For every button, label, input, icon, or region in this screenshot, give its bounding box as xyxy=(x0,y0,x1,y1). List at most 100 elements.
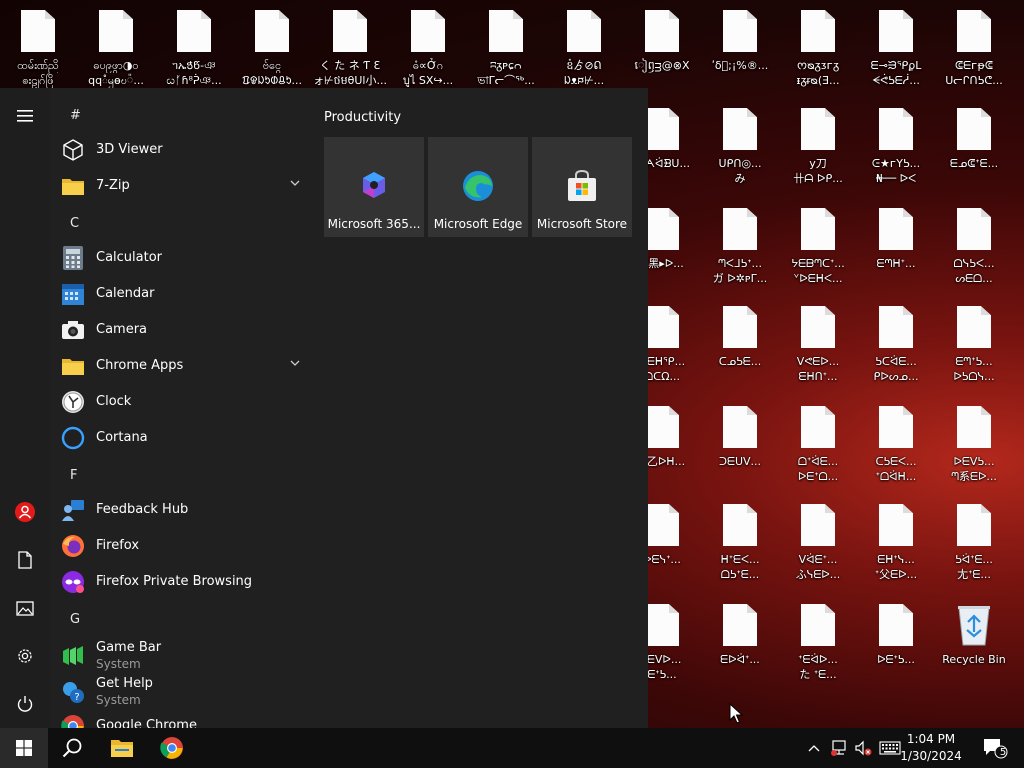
document-icon xyxy=(879,10,913,52)
desktop-file-label: ᗝᓭᕊᐸ... xyxy=(953,257,995,270)
app-label: Feedback Hub xyxy=(96,502,189,517)
hamburger-icon[interactable] xyxy=(0,94,50,138)
network-button[interactable] xyxy=(828,728,850,768)
app-game-bar[interactable]: Game Bar System xyxy=(60,636,312,676)
show-hidden-icons-button[interactable] xyxy=(804,728,824,768)
desktop-file-icon[interactable]: ᑕᕊᗴᐸ... ᐩᗝᐛᕼ... xyxy=(858,404,934,498)
document-icon xyxy=(21,10,55,52)
app-calendar[interactable]: Calendar xyxy=(60,276,312,312)
desktop-file-label: ʹδ᪸;¡%®... xyxy=(711,59,769,72)
desktop-file-label: ᐅᕊᗝᓭ... xyxy=(953,370,995,383)
desktop-file-label: ᐯᐛᗴᐩ... xyxy=(798,553,838,566)
desktop-file-label: く た ネ Ƭ Ɛ xyxy=(319,59,381,72)
desktop-file-label: ᦍᚪɦ⁸ᕉঞ... xyxy=(166,74,222,87)
document-icon xyxy=(957,108,991,150)
document-icon xyxy=(723,208,757,250)
desktop-file-icon[interactable]: ᐅᗴᐯᕊ... ᘉ系ᗴᐅ... xyxy=(936,404,1012,498)
chevron-down-icon[interactable] xyxy=(290,180,300,186)
tile-microsoft-edge[interactable]: Microsoft Edge xyxy=(428,137,528,237)
search-button[interactable] xyxy=(48,728,96,768)
desktop-file-icon[interactable]: ᐯᐛᗴᐩ... ふᓭᗴᐅ... xyxy=(780,502,856,596)
desktop-file-icon[interactable]: ᰔᴓᵹᴣᴦᵹ ᵻᵹᵲᴓ(Ǝ... xyxy=(780,8,856,102)
start-button[interactable] xyxy=(0,728,48,768)
cube-icon xyxy=(60,137,86,163)
document-icon xyxy=(723,108,757,150)
section-header-f[interactable]: F xyxy=(70,468,77,483)
chevron-down-icon[interactable] xyxy=(290,360,300,366)
app-camera[interactable]: Camera xyxy=(60,312,312,348)
desktop-file-icon[interactable]: ᔭᗴᗷᘉᑕᐩ... ᘁᐅᗴᕼᐸ... xyxy=(780,206,856,300)
desktop-file-icon[interactable]: ᗴᕼᐩᓭ... ᐩ父ᗴᐅ... xyxy=(858,502,934,596)
desktop-file-icon[interactable]: ᕳᗴᴦᵽᕳ ᑌᓕᒋᑎᕊᕦ... xyxy=(936,8,1012,102)
app-calculator[interactable]: Calculator xyxy=(60,240,312,276)
desktop-file-icon[interactable]: ᕮ★ᴦYᕊ... ₦── ᐅᐸ xyxy=(858,106,934,200)
app-google-chrome[interactable]: Google Chrome xyxy=(60,708,312,728)
app-cortana[interactable]: Cortana xyxy=(60,420,312,456)
document-icon[interactable] xyxy=(0,538,50,582)
action-center-button[interactable]: 5 xyxy=(978,728,1012,768)
clock-time: 1:04 PM xyxy=(906,732,956,746)
section-header-c[interactable]: C xyxy=(70,216,79,231)
desktop-file-label: ᐩᗴᐛᐅ... xyxy=(798,653,838,666)
app-chrome-apps[interactable]: Chrome Apps xyxy=(60,348,312,384)
desktop-file-icon[interactable]: ʹδ᪸;¡%®... xyxy=(702,8,778,102)
desktop-file-icon[interactable]: ᗝᐩᐛᗴ... ᐅᗴᐩᗝ... xyxy=(780,404,856,498)
section-header-g[interactable]: G xyxy=(70,612,80,627)
taskbar-file-explorer[interactable] xyxy=(98,728,146,768)
desktop-file-icon[interactable]: ᕼᐩᗴᐸ... ᗝᕊᐩᗴ... xyxy=(702,502,778,596)
tile-microsoft-365[interactable]: Microsoft 365... xyxy=(324,137,424,237)
document-icon xyxy=(645,306,679,348)
desktop-file-icon[interactable]: ᑕᓄᕊᗴ... xyxy=(702,304,778,398)
document-icon xyxy=(723,10,757,52)
desktop-file-icon[interactable]: ᑌᑭᑎ◎... み xyxy=(702,106,778,200)
power-icon[interactable] xyxy=(0,682,50,726)
document-icon xyxy=(645,108,679,150)
pictures-icon[interactable] xyxy=(0,586,50,630)
document-icon xyxy=(645,504,679,546)
volume-button[interactable] xyxy=(852,728,874,768)
desktop-file-icon[interactable]: ᐩᗴᐛᐅ... た ᐩᗴ... xyxy=(780,602,856,696)
desktop-file-label: ᱡᴥᰐ⊬... xyxy=(563,74,605,87)
desktop-file-label: み xyxy=(734,172,746,185)
desktop-file-icon[interactable]: ᗴᐅᐛᐩ... xyxy=(702,602,778,696)
tile-microsoft-store[interactable]: Microsoft Store xyxy=(532,137,632,237)
desktop-file-label: ᥐኤᲭᲬ-ঞ xyxy=(172,59,216,72)
desktop-file-label: ဓံ∝Ởဂ xyxy=(412,59,444,72)
document-icon xyxy=(879,604,913,646)
app-7zip[interactable]: 7-Zip xyxy=(60,168,312,204)
desktop-file-icon[interactable]: ᘉᐸᒧᕊᐩ... ガ ᐅ✲ᴘᒥ... xyxy=(702,206,778,300)
tile-label: Microsoft Edge xyxy=(433,217,523,231)
desktop-file-label: ᗝᕊᐩᗴ... xyxy=(720,568,760,581)
user-icon[interactable] xyxy=(0,490,50,534)
app-get-help[interactable]: ? Get Help System xyxy=(60,672,312,712)
app-label: Get Help xyxy=(96,676,153,691)
desktop-file-icon[interactable]: ᗝᓭᕊᐸ... ᔕᗴᗝ... xyxy=(936,206,1012,300)
app-firefox-private[interactable]: Firefox Private Browsing xyxy=(60,564,312,600)
desktop-file-icon[interactable]: ᗴᓄᕳᐩᗴ... xyxy=(936,106,1012,200)
desktop-file-label: ᐯᕙᗴᐅ... xyxy=(796,355,840,368)
desktop-file-icon[interactable]: ᐯᕙᗴᐅ... ᗴᕼᑎᐩ... xyxy=(780,304,856,398)
desktop-file-icon[interactable]: ᗴᘉᐩᕊ... ᐅᕊᗝᓭ... xyxy=(936,304,1012,398)
desktop-file-icon[interactable]: ᗴᘉᕼᐩ... xyxy=(858,206,934,300)
app-clock[interactable]: Clock xyxy=(60,384,312,420)
desktop-file-label: ᐅᗴᐯᕊ... xyxy=(953,455,995,468)
app-feedback-hub[interactable]: Feedback Hub xyxy=(60,492,312,528)
desktop-file-label: ၜးဠုဂ်ဖြိ xyxy=(22,74,54,87)
desktop-file-icon[interactable]: ᐅᗴᐩᕊ... xyxy=(858,602,934,696)
desktop-file-icon[interactable]: ᑐᗴᑌᐯ... xyxy=(702,404,778,498)
gear-icon[interactable] xyxy=(0,634,50,678)
taskbar-chrome[interactable] xyxy=(148,728,196,768)
tile-group-title[interactable]: Productivity xyxy=(324,110,401,125)
desktop-file-icon[interactable]: у刀 卄ᗩ ᐅᑭ... xyxy=(780,106,856,200)
app-3d-viewer[interactable]: 3D Viewer xyxy=(60,132,312,168)
taskbar-clock[interactable]: 1:04 PM 1/30/2024 xyxy=(896,731,966,765)
desktop-file-label: ᱯᱫᱡᱩᱰᱪᱩ... xyxy=(242,74,302,87)
section-header-hash[interactable]: # xyxy=(70,108,81,123)
desktop-file-icon[interactable]: ᕊᐛᐩᗴ... 尢ᐩᗴ... xyxy=(936,502,1012,596)
desktop-file-label: ᑐᗴᑌᐯ... xyxy=(718,455,762,468)
desktop-file-icon[interactable]: ᕊᑕᐛᗴ... ᑭᐅᔕᓄ... xyxy=(858,304,934,398)
desktop-file-icon[interactable]: ᗴ⊸ᙐᕿϼᒪ ᗕᕚᕊᗴᓲ... xyxy=(858,8,934,102)
app-firefox[interactable]: Firefox xyxy=(60,528,312,564)
recycle-bin[interactable]: Recycle Bin xyxy=(936,602,1012,696)
start-menu-rail xyxy=(0,88,50,728)
